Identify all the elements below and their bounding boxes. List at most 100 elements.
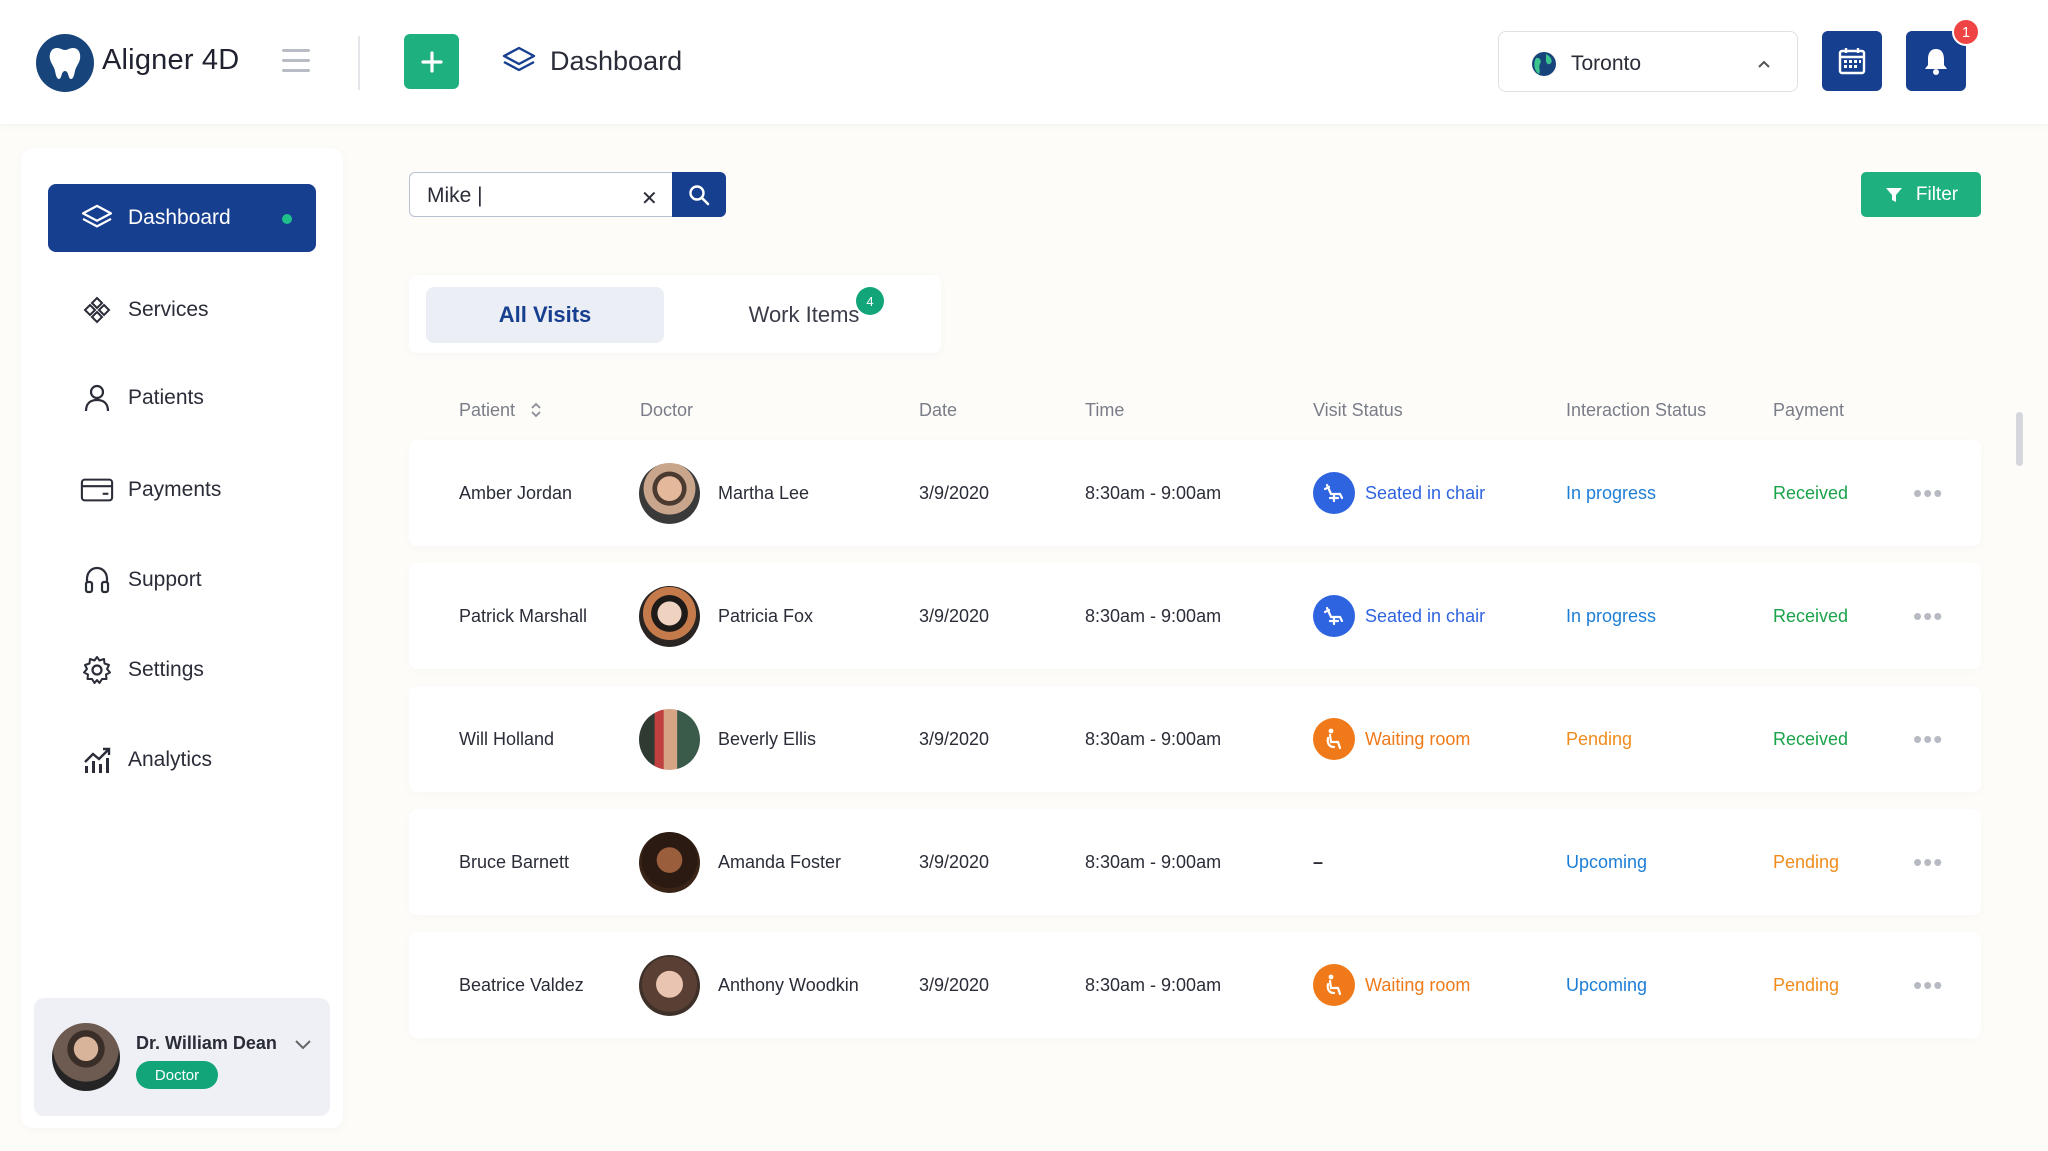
payment-status: Received bbox=[1773, 728, 1849, 749]
doctor-name: Beverly Ellis bbox=[718, 728, 817, 749]
sidebar-item-label: Settings bbox=[128, 658, 204, 681]
app-name: Aligner 4D bbox=[102, 44, 240, 76]
sidebar-item-label: Services bbox=[128, 298, 209, 321]
gear-icon bbox=[80, 655, 114, 685]
chevron-up-icon bbox=[1757, 56, 1771, 74]
patient-name: Bruce Barnett bbox=[459, 851, 570, 872]
visit-status: Seated in chair bbox=[1313, 563, 1485, 669]
more-options-icon[interactable]: ••• bbox=[1913, 932, 1943, 1038]
column-header-payment: Payment bbox=[1773, 400, 1845, 420]
patient-name: Beatrice Valdez bbox=[459, 974, 584, 995]
doctor-avatar bbox=[639, 440, 700, 546]
visit-status: Waiting room bbox=[1313, 932, 1470, 1038]
patient-name: Patrick Marshall bbox=[459, 605, 588, 626]
patient-name: Amber Jordan bbox=[459, 482, 573, 503]
table-row[interactable]: Amber Jordan Martha Lee 3/9/2020 8:30am … bbox=[409, 440, 1981, 546]
search-icon bbox=[689, 184, 710, 205]
sort-icon bbox=[531, 402, 541, 418]
top-bar: Aligner 4D Dashboard Toronto 1 bbox=[0, 0, 2048, 124]
notification-badge: 1 bbox=[1952, 18, 1980, 46]
vertical-scrollbar[interactable] bbox=[2016, 412, 2023, 466]
visit-tabs: All Visits Work Items 4 bbox=[409, 275, 941, 353]
visit-date: 3/9/2020 bbox=[919, 851, 990, 872]
table-row[interactable]: Beatrice Valdez Anthony Woodkin 3/9/2020… bbox=[409, 932, 1981, 1038]
table-row[interactable]: Patrick Marshall Patricia Fox 3/9/2020 8… bbox=[409, 563, 1981, 669]
visit-status: – bbox=[1313, 851, 1324, 872]
sidebar-item-label: Support bbox=[128, 568, 202, 591]
waiting-room-icon bbox=[1313, 718, 1355, 760]
sidebar: Dashboard Services Patients Payments Sup… bbox=[21, 148, 343, 1128]
hamburger-menu-icon[interactable] bbox=[282, 49, 310, 73]
search-button[interactable] bbox=[672, 172, 726, 217]
sidebar-item-label: Dashboard bbox=[128, 206, 231, 229]
doctor-name: Martha Lee bbox=[718, 482, 810, 503]
chart-icon bbox=[80, 746, 114, 774]
add-button[interactable] bbox=[404, 34, 459, 89]
sidebar-item-label: Patients bbox=[128, 386, 204, 409]
sidebar-item-support[interactable]: Support bbox=[48, 546, 316, 614]
interaction-status: Upcoming bbox=[1566, 851, 1648, 872]
visit-date: 3/9/2020 bbox=[919, 482, 990, 503]
filter-button[interactable]: Filter bbox=[1861, 172, 1981, 217]
search-input[interactable]: Mike | ✕ bbox=[409, 172, 673, 217]
filter-label: Filter bbox=[1915, 183, 1959, 205]
more-options-icon[interactable]: ••• bbox=[1913, 809, 1943, 915]
layers-icon bbox=[502, 46, 536, 81]
more-options-icon[interactable]: ••• bbox=[1913, 563, 1943, 669]
sidebar-item-patients[interactable]: Patients bbox=[48, 364, 316, 432]
active-dot bbox=[282, 214, 292, 224]
more-options-icon[interactable]: ••• bbox=[1913, 440, 1943, 546]
column-header-doctor: Doctor bbox=[640, 400, 694, 420]
search-input-value: Mike | bbox=[427, 184, 483, 207]
globe-icon bbox=[1531, 51, 1557, 82]
visit-status: Waiting room bbox=[1313, 686, 1470, 792]
clear-search-icon[interactable]: ✕ bbox=[641, 186, 658, 211]
tab-all-visits[interactable]: All Visits bbox=[426, 287, 664, 343]
column-header-visit-status: Visit Status bbox=[1313, 400, 1403, 420]
location-select[interactable]: Toronto bbox=[1498, 31, 1798, 92]
interaction-status: Upcoming bbox=[1566, 974, 1648, 995]
column-header-date: Date bbox=[919, 400, 958, 420]
calendar-icon bbox=[1838, 48, 1866, 75]
interaction-status: In progress bbox=[1566, 605, 1657, 626]
visit-time: 8:30am - 9:00am bbox=[1085, 851, 1222, 872]
payment-status: Received bbox=[1773, 482, 1849, 503]
interaction-status: Pending bbox=[1566, 728, 1633, 749]
payment-status: Pending bbox=[1773, 851, 1840, 872]
visit-time: 8:30am - 9:00am bbox=[1085, 605, 1222, 626]
location-value: Toronto bbox=[1571, 52, 1642, 75]
layers-icon bbox=[80, 204, 114, 232]
doctor-avatar bbox=[639, 809, 700, 915]
column-header-interaction-status: Interaction Status bbox=[1566, 400, 1707, 420]
visit-time: 8:30am - 9:00am bbox=[1085, 974, 1222, 995]
visit-date: 3/9/2020 bbox=[919, 728, 990, 749]
sidebar-item-payments[interactable]: Payments bbox=[48, 456, 316, 524]
patient-name: Will Holland bbox=[459, 728, 555, 749]
tab-work-items[interactable]: Work Items bbox=[689, 287, 919, 343]
doctor-name: Amanda Foster bbox=[718, 851, 842, 872]
table-row[interactable]: Bruce Barnett Amanda Foster 3/9/2020 8:3… bbox=[409, 809, 1981, 915]
table-row[interactable]: Will Holland Beverly Ellis 3/9/2020 8:30… bbox=[409, 686, 1981, 792]
dental-chair-icon bbox=[1313, 595, 1355, 637]
chevron-down-icon[interactable] bbox=[294, 1038, 312, 1056]
tooth-logo-icon[interactable] bbox=[36, 34, 94, 92]
visit-date: 3/9/2020 bbox=[919, 605, 990, 626]
visit-status: Seated in chair bbox=[1313, 440, 1485, 546]
interaction-status: In progress bbox=[1566, 482, 1657, 503]
dental-chair-icon bbox=[1313, 472, 1355, 514]
calendar-button[interactable] bbox=[1822, 31, 1882, 91]
work-items-badge: 4 bbox=[856, 287, 884, 315]
more-options-icon[interactable]: ••• bbox=[1913, 686, 1943, 792]
user-profile-card[interactable]: Dr. William Dean Doctor bbox=[34, 998, 330, 1116]
sidebar-item-settings[interactable]: Settings bbox=[48, 636, 316, 704]
sidebar-item-analytics[interactable]: Analytics bbox=[48, 726, 316, 794]
filter-icon bbox=[1885, 187, 1902, 202]
column-header-patient[interactable]: Patient bbox=[459, 400, 542, 421]
payment-status: Received bbox=[1773, 605, 1849, 626]
sidebar-item-services[interactable]: Services bbox=[48, 276, 316, 344]
doctor-name: Anthony Woodkin bbox=[718, 974, 859, 995]
page-title: Dashboard bbox=[550, 46, 683, 76]
sidebar-item-dashboard[interactable]: Dashboard bbox=[48, 184, 316, 252]
bell-icon bbox=[1925, 49, 1947, 75]
doctor-name: Patricia Fox bbox=[718, 605, 814, 626]
